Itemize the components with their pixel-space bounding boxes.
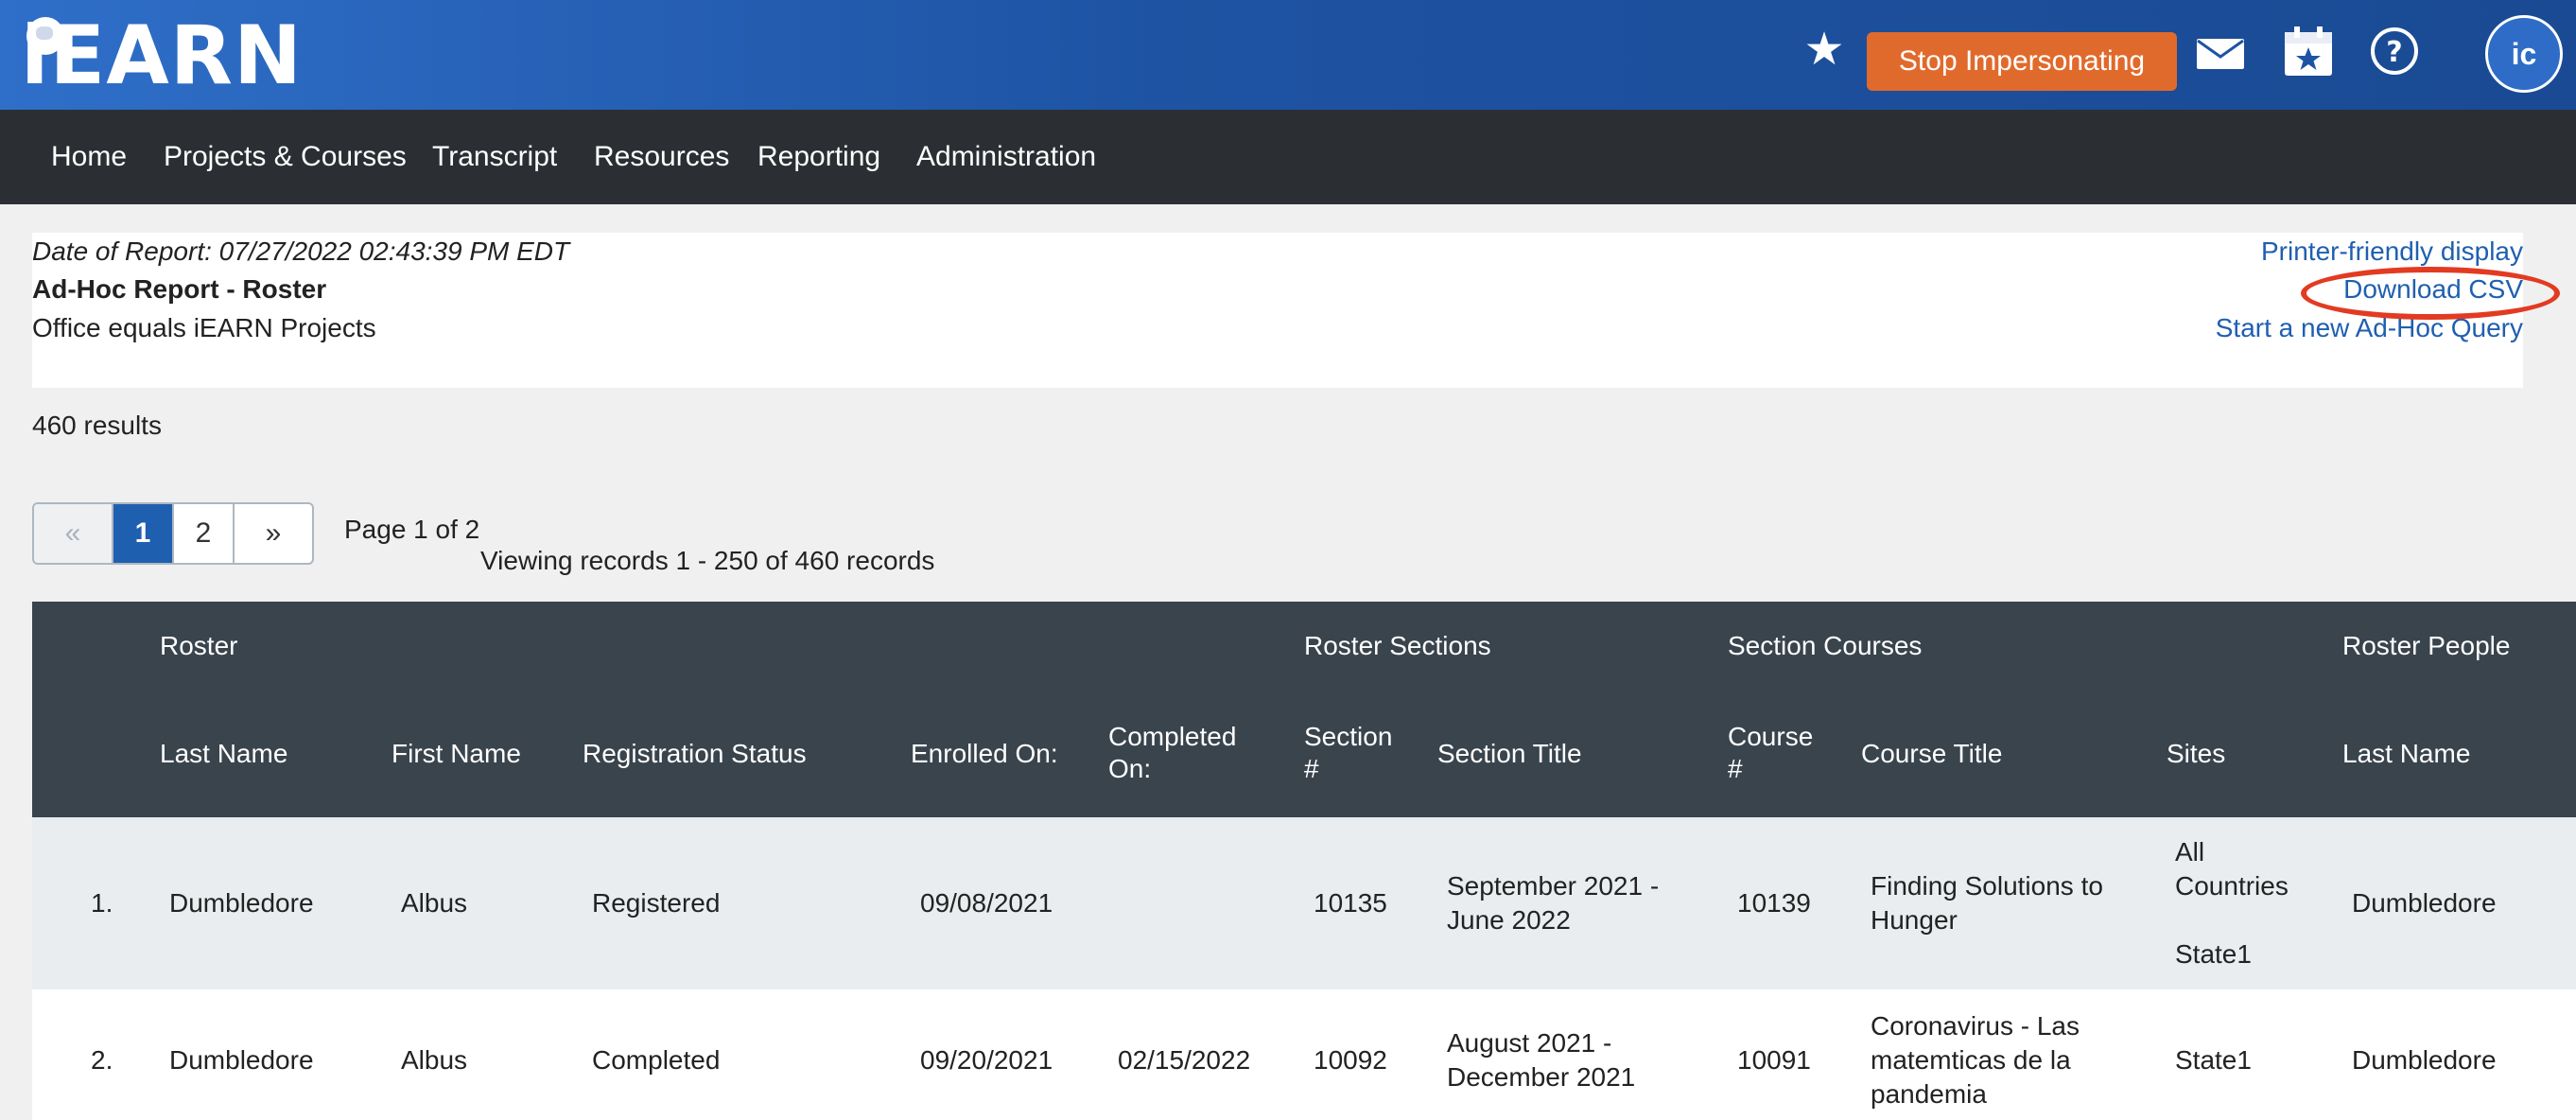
printer-friendly-link[interactable]: Printer-friendly display (2261, 236, 2523, 267)
cell-people-last-name: Dumbledore (2352, 1045, 2497, 1075)
cell-course-title: Finding Solutions to Hunger (1871, 869, 2103, 937)
pagination-next[interactable]: » (235, 504, 312, 563)
group-section-courses: Section Courses (1728, 631, 1923, 660)
cell-section-title-line2: June 2022 (1447, 905, 1571, 935)
col-first-name[interactable]: First Name (392, 738, 521, 770)
cell-sites-line2: Countries (2175, 871, 2289, 901)
user-avatar[interactable]: ic (2485, 15, 2563, 93)
calendar-star-icon[interactable] (2283, 25, 2334, 78)
nav-transcript[interactable]: Transcript (432, 110, 557, 204)
col-last-name[interactable]: Last Name (160, 738, 287, 770)
nav-reporting[interactable]: Reporting (757, 110, 880, 204)
cell-enrolled-on: 09/20/2021 (920, 1045, 1053, 1075)
group-roster-people: Roster People (2342, 631, 2511, 660)
cell-course-title-line3: pandemia (1871, 1079, 1987, 1109)
pagination-page-1[interactable]: 1 (113, 504, 174, 563)
nav-projects-courses[interactable]: Projects & Courses (164, 110, 407, 204)
cell-course-title-line1: Finding Solutions to (1871, 871, 2103, 901)
cell-completed-on: 02/15/2022 (1118, 1045, 1251, 1075)
table-row[interactable]: 2. Dumbledore Albus Completed 09/20/2021… (32, 989, 2576, 1120)
cell-last-name: Dumbledore (169, 888, 314, 918)
cell-course-title-line1: Coronavirus - Las (1871, 1011, 2080, 1041)
cell-section-number: 10135 (1314, 888, 1387, 918)
globe-icon (26, 17, 64, 55)
roster-table: Roster Roster Sections Section Courses R… (32, 602, 2576, 1120)
viewing-records: Viewing records 1 - 250 of 460 records (480, 546, 935, 575)
col-enrolled-on[interactable]: Enrolled On: (911, 738, 1058, 770)
report-title: Ad-Hoc Report - Roster (32, 274, 327, 304)
cell-first-name: Albus (401, 888, 468, 918)
cell-section-title-line2: December 2021 (1447, 1062, 1636, 1092)
cell-registration-status: Completed (592, 1045, 721, 1075)
col-registration-status[interactable]: Registration Status (583, 738, 807, 770)
cell-last-name: Dumbledore (169, 1045, 314, 1075)
help-icon[interactable]: ? (2370, 26, 2419, 76)
col-course-title[interactable]: Course Title (1861, 738, 2002, 770)
cell-section-title: September 2021 - June 2022 (1447, 869, 1659, 937)
page-indicator: Page 1 of 2 (344, 515, 480, 544)
main-nav: Home Projects & Courses Transcript Resou… (0, 110, 2576, 204)
highlight-circle-annotation (2301, 267, 2560, 320)
col-sites[interactable]: Sites (2167, 738, 2225, 770)
col-course-number[interactable]: Course # (1728, 721, 1813, 785)
cell-course-title-line2: Hunger (1871, 905, 1958, 935)
cell-sites-line3: State1 (2175, 939, 2252, 969)
col-section-title[interactable]: Section Title (1437, 738, 1582, 770)
cell-registration-status: Registered (592, 888, 721, 918)
cell-course-number: 10091 (1737, 1045, 1811, 1075)
cell-sites: State1 (2175, 1045, 2252, 1075)
col-completed-on-line1: Completed (1108, 722, 1237, 751)
report-header-card: Date of Report: 07/27/2022 02:43:39 PM E… (32, 233, 2523, 388)
iearn-logo[interactable]: iEARN (21, 13, 303, 98)
cell-enrolled-on: 09/08/2021 (920, 888, 1053, 918)
svg-text:?: ? (2386, 36, 2402, 69)
cell-section-number: 10092 (1314, 1045, 1387, 1075)
group-roster-sections: Roster Sections (1304, 631, 1491, 660)
table-header: Roster Roster Sections Section Courses R… (32, 602, 2576, 817)
cell-people-last-name: Dumbledore (2352, 888, 2497, 918)
cell-sites: All Countries State1 (2175, 835, 2289, 971)
table-row[interactable]: 1. Dumbledore Albus Registered 09/08/202… (32, 817, 2576, 989)
report-date: Date of Report: 07/27/2022 02:43:39 PM E… (32, 236, 570, 266)
pagination: « 1 2 » (32, 502, 314, 565)
nav-administration[interactable]: Administration (916, 110, 1096, 204)
cell-course-title-line2: matemticas de la (1871, 1045, 2071, 1075)
top-header: iEARN ★ Stop Impersonating ? ic (0, 0, 2576, 110)
pagination-prev[interactable]: « (34, 504, 113, 563)
nav-home[interactable]: Home (51, 110, 127, 204)
col-course-number-line1: Course (1728, 722, 1814, 751)
col-course-number-line2: # (1728, 754, 1743, 783)
col-section-number-line1: Section (1304, 722, 1393, 751)
cell-course-title: Coronavirus - Las matemticas de la pande… (1871, 1009, 2080, 1111)
pagination-page-2[interactable]: 2 (174, 504, 235, 563)
cell-first-name: Albus (401, 1045, 468, 1075)
col-completed-on[interactable]: Completed On: (1108, 721, 1236, 785)
row-index: 1. (91, 888, 113, 918)
stop-impersonating-button[interactable]: Stop Impersonating (1867, 32, 2177, 91)
mail-icon[interactable] (2196, 38, 2245, 70)
cell-section-title: August 2021 - December 2021 (1447, 1026, 1635, 1094)
cell-course-number: 10139 (1737, 888, 1811, 918)
cell-section-title-line1: August 2021 - (1447, 1028, 1612, 1058)
cell-section-title-line1: September 2021 - (1447, 871, 1660, 901)
col-section-number-line2: # (1304, 754, 1319, 783)
nav-resources[interactable]: Resources (594, 110, 729, 204)
group-roster: Roster (160, 631, 238, 660)
cell-sites-line1: All (2175, 837, 2205, 866)
row-index: 2. (91, 1045, 113, 1075)
favorites-star-icon[interactable]: ★ (1802, 27, 1846, 73)
logo-text: iEARN (21, 9, 303, 103)
results-count: 460 results (32, 411, 162, 440)
col-completed-on-line2: On: (1108, 754, 1152, 783)
col-section-number[interactable]: Section # (1304, 721, 1392, 785)
col-people-last-name[interactable]: Last Name (2342, 738, 2470, 770)
report-filter: Office equals iEARN Projects (32, 313, 376, 342)
